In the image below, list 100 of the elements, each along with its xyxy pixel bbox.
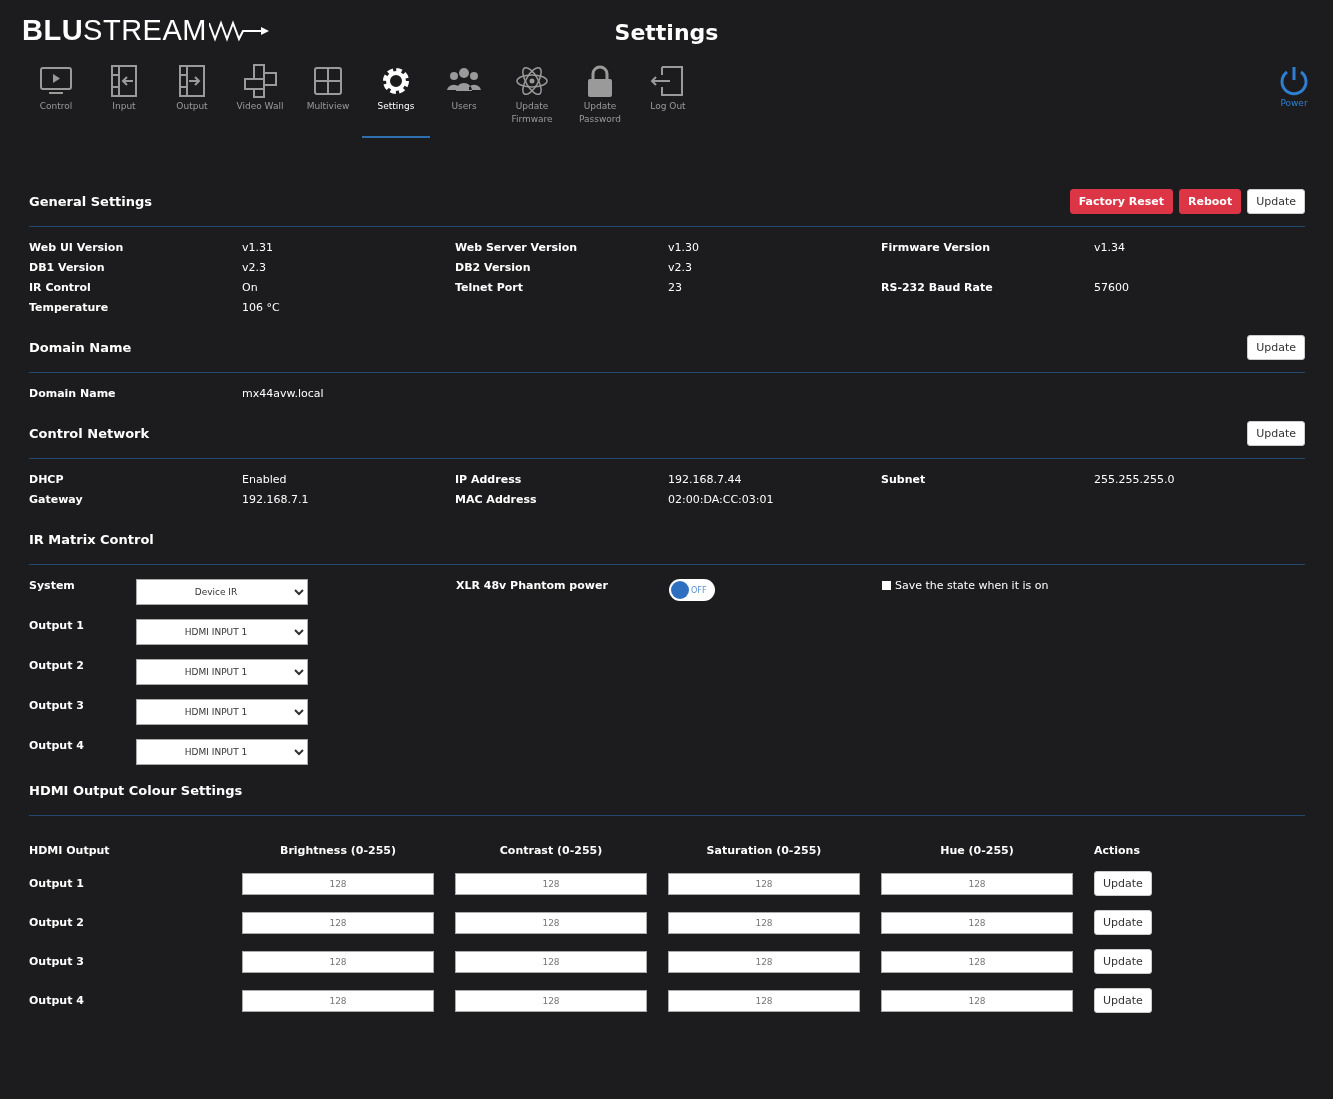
column-header: Saturation (0-255) <box>705 844 823 857</box>
row-label: Output 4 <box>29 994 85 1007</box>
value-field[interactable]: 128 <box>668 950 860 973</box>
dropdown[interactable]: HDMI INPUT 1 <box>136 699 308 725</box>
field-label: IP Address <box>455 473 523 486</box>
field-value: On <box>242 281 259 294</box>
field-label: Output 4 <box>29 739 85 752</box>
update-button[interactable]: Update <box>1247 420 1305 446</box>
section-title: General Settings <box>29 193 153 209</box>
field-value: 02:00:DA:CC:03:01 <box>668 493 775 506</box>
nav-tab[interactable]: Multiview <box>294 63 362 138</box>
column-header: Brightness (0-255) <box>279 844 397 857</box>
field-value: mx44avw.local <box>242 387 325 400</box>
field-value: v1.31 <box>242 241 274 254</box>
value-field[interactable]: 128 <box>242 911 434 934</box>
nav-tab[interactable]: Input <box>90 63 158 138</box>
column-header: Hue (0-255) <box>939 844 1015 857</box>
section-title: IR Matrix Control <box>29 531 154 547</box>
row-label: Output 3 <box>29 955 85 968</box>
field-label: System <box>29 579 76 592</box>
field-value: v1.30 <box>668 241 700 254</box>
value-field[interactable]: 128 <box>242 950 434 973</box>
nav-tab[interactable]: Video Wall <box>226 63 294 138</box>
field-label: Output 3 <box>29 699 85 712</box>
field-label: Temperature <box>29 301 110 314</box>
value-field[interactable]: 128 <box>455 911 647 934</box>
logout-icon <box>650 63 686 99</box>
field-label: Firmware Version <box>881 241 991 254</box>
dropdown[interactable]: HDMI INPUT 1 <box>136 739 308 765</box>
field-label: Web Server Version <box>455 241 579 254</box>
field-value: 23 <box>668 281 683 294</box>
value-field[interactable]: 128 <box>881 872 1073 895</box>
toggle-switch[interactable]: OFF <box>669 579 715 601</box>
field-value: v2.3 <box>668 261 693 274</box>
section-title: HDMI Output Colour Settings <box>29 782 243 798</box>
nav-tab[interactable]: Log Out <box>634 63 702 138</box>
field-value: v2.3 <box>242 261 267 274</box>
value-field[interactable]: 128 <box>242 989 434 1012</box>
nav-tab[interactable]: Users <box>430 63 498 138</box>
nav-tab[interactable]: Update Password <box>566 63 634 138</box>
field-label: DHCP <box>29 473 65 486</box>
update-button[interactable]: Update <box>1094 871 1152 896</box>
field-label: XLR 48v Phantom power <box>456 579 609 592</box>
update-button[interactable]: Update <box>1247 188 1305 214</box>
nav-tab[interactable]: Settings <box>362 63 430 138</box>
nav-tab[interactable]: Update Firmware <box>498 63 566 138</box>
update-button[interactable]: Update <box>1094 988 1152 1013</box>
field-value: v1.34 <box>1094 241 1126 254</box>
checkbox-label: Save the state when it is on <box>895 579 1049 592</box>
danger-button[interactable]: Factory Reset <box>1069 188 1173 214</box>
dropdown[interactable]: HDMI INPUT 1 <box>136 659 308 685</box>
field-label: DB2 Version <box>455 261 532 274</box>
power-button[interactable]: Power <box>1277 64 1311 108</box>
value-field[interactable]: 128 <box>668 989 860 1012</box>
field-value: Enabled <box>242 473 288 486</box>
section-title: Control Network <box>29 425 150 441</box>
wave-arrow-icon <box>208 18 269 43</box>
field-label: Domain Name <box>29 387 117 400</box>
field-value: 255.255.255.0 <box>1094 473 1176 486</box>
field-label: Telnet Port <box>455 281 524 294</box>
column-header: HDMI Output <box>29 844 111 857</box>
dropdown[interactable]: HDMI INPUT 1 <box>136 619 308 645</box>
page-title: Settings <box>614 20 719 45</box>
field-value: 106 °C <box>242 301 281 314</box>
field-value: 192.168.7.1 <box>242 493 310 506</box>
value-field[interactable]: 128 <box>455 950 647 973</box>
section-title: Domain Name <box>29 339 132 355</box>
logo-text: BLUSTREAM <box>22 14 207 47</box>
field-value: 57600 <box>1094 281 1130 294</box>
field-label: RS-232 Baud Rate <box>881 281 994 294</box>
nav-tab[interactable]: Output <box>158 63 226 138</box>
value-field[interactable]: 128 <box>881 989 1073 1012</box>
wall-icon <box>242 63 278 99</box>
field-value: 192.168.7.44 <box>668 473 743 486</box>
checkbox[interactable] <box>882 581 891 590</box>
value-field[interactable]: 128 <box>455 989 647 1012</box>
field-label: IR Control <box>29 281 92 294</box>
value-field[interactable]: 128 <box>242 872 434 895</box>
dropdown[interactable]: Device IR <box>136 579 308 605</box>
value-field[interactable]: 128 <box>881 950 1073 973</box>
value-field[interactable]: 128 <box>668 911 860 934</box>
field-label: Output 2 <box>29 659 85 672</box>
value-field[interactable]: 128 <box>668 872 860 895</box>
field-label: Output 1 <box>29 619 85 632</box>
update-button[interactable]: Update <box>1094 910 1152 935</box>
update-button[interactable]: Update <box>1247 334 1305 360</box>
row-label: Output 2 <box>29 916 85 929</box>
column-header: Actions <box>1094 844 1141 857</box>
row-label: Output 1 <box>29 877 85 890</box>
field-label: DB1 Version <box>29 261 106 274</box>
value-field[interactable]: 128 <box>881 911 1073 934</box>
nav-tab[interactable]: Control <box>22 63 90 138</box>
update-button[interactable]: Update <box>1094 949 1152 974</box>
field-label: Gateway <box>29 493 84 506</box>
column-header: Contrast (0-255) <box>498 844 604 857</box>
value-field[interactable]: 128 <box>455 872 647 895</box>
field-label: MAC Address <box>455 493 538 506</box>
field-label: Web UI Version <box>29 241 125 254</box>
danger-button[interactable]: Reboot <box>1178 188 1242 214</box>
field-label: Subnet <box>881 473 927 486</box>
